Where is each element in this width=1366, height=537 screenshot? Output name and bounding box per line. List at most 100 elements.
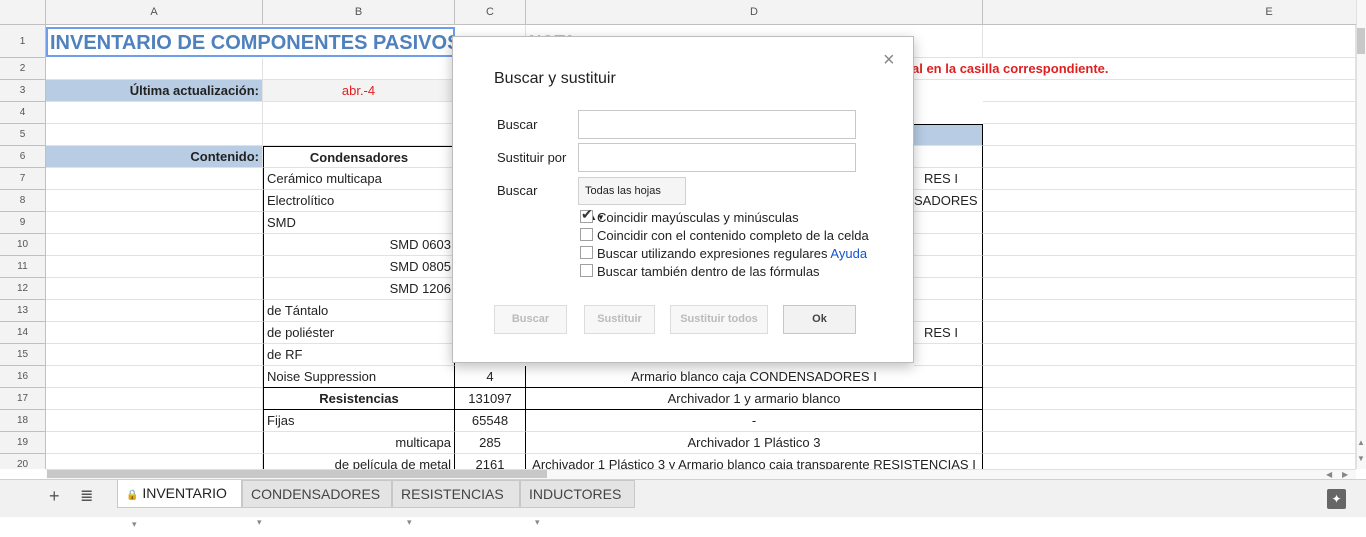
column-header-c[interactable]: C <box>455 0 526 25</box>
column-header-a[interactable]: A <box>46 0 263 25</box>
cell-b4[interactable] <box>263 102 455 124</box>
cell-a8[interactable] <box>46 190 263 212</box>
location-cell[interactable]: RES I <box>914 322 983 344</box>
row-header[interactable]: 2 <box>0 58 46 80</box>
option-match-case[interactable]: ✔ Coincidir mayúsculas y minúsculas <box>580 206 799 226</box>
replace-input[interactable] <box>578 143 856 172</box>
row-header[interactable]: 14 <box>0 322 46 344</box>
row-header[interactable]: 18 <box>0 410 46 432</box>
tab-inductores[interactable]: INDUCTORES ▾ <box>520 480 635 527</box>
chevron-down-icon[interactable]: ▾ <box>535 517 540 527</box>
cell-e19[interactable] <box>983 432 1356 454</box>
row-header[interactable]: 19 <box>0 432 46 454</box>
row-header[interactable]: 10 <box>0 234 46 256</box>
cell-a15[interactable] <box>46 344 263 366</box>
row-header[interactable]: 1 <box>0 25 46 58</box>
cell-e9[interactable] <box>983 212 1356 234</box>
category-condensadores[interactable]: Condensadores <box>263 146 455 168</box>
row-header[interactable]: 6 <box>0 146 46 168</box>
cell-a17[interactable] <box>46 388 263 410</box>
row-header[interactable]: 20 <box>0 454 46 469</box>
checkbox-icon[interactable] <box>580 228 593 241</box>
location-cell[interactable]: - <box>526 410 983 432</box>
cell-d6[interactable] <box>914 146 983 168</box>
cell-d5[interactable] <box>914 124 983 146</box>
quantity-cell[interactable]: 65548 <box>455 410 526 432</box>
cell-a11[interactable] <box>46 256 263 278</box>
cell-e1[interactable] <box>983 25 1356 58</box>
row-header[interactable]: 13 <box>0 300 46 322</box>
cell-a4[interactable] <box>46 102 263 124</box>
item-cell[interactable]: SMD 1206 <box>263 278 455 300</box>
cell-e10[interactable] <box>983 234 1356 256</box>
scroll-right-arrow-icon[interactable]: ▶ <box>1342 470 1348 479</box>
checkbox-icon[interactable] <box>580 264 593 277</box>
item-cell[interactable]: Fijas <box>263 410 455 432</box>
explore-icon[interactable]: ✦ <box>1327 489 1346 509</box>
scroll-left-arrow-icon[interactable]: ◀ <box>1326 470 1332 479</box>
horizontal-scroll-thumb[interactable] <box>47 470 547 478</box>
cell-e14[interactable] <box>983 322 1356 344</box>
row-header[interactable]: 16 <box>0 366 46 388</box>
item-cell[interactable]: de poliéster <box>263 322 455 344</box>
scroll-up-arrow-icon[interactable]: ▲ <box>1357 438 1365 447</box>
checkbox-icon[interactable] <box>580 246 593 259</box>
cell-e20[interactable] <box>983 454 1356 469</box>
option-regex[interactable]: Buscar utilizando expresiones regulares … <box>580 246 867 262</box>
add-sheet-icon[interactable]: + <box>49 486 60 507</box>
row-header[interactable]: 8 <box>0 190 46 212</box>
location-cell[interactable]: Armario blanco caja CONDENSADORES I <box>526 366 983 388</box>
row-header[interactable]: 15 <box>0 344 46 366</box>
ok-button[interactable]: Ok <box>783 305 856 334</box>
cell-a12[interactable] <box>46 278 263 300</box>
scroll-down-arrow-icon[interactable]: ▼ <box>1357 454 1365 463</box>
search-scope-select[interactable]: Todas las hojas ▲▼ <box>578 177 686 222</box>
location-cell[interactable]: RES I <box>914 168 983 190</box>
cell-e15[interactable] <box>983 344 1356 366</box>
quantity-cell[interactable]: 131097 <box>455 388 526 410</box>
chevron-down-icon[interactable]: ▾ <box>132 519 137 529</box>
cell-a9[interactable] <box>46 212 263 234</box>
close-icon[interactable]: × <box>883 49 895 72</box>
cell-e17[interactable] <box>983 388 1356 410</box>
cell-e11[interactable] <box>983 256 1356 278</box>
cell-a13[interactable] <box>46 300 263 322</box>
item-cell[interactable]: multicapa <box>263 432 455 454</box>
row-header[interactable]: 11 <box>0 256 46 278</box>
item-cell[interactable]: Cerámico multicapa <box>263 168 455 190</box>
cell-b5[interactable] <box>263 124 455 146</box>
cell-a2[interactable] <box>46 58 263 80</box>
row-header[interactable]: 7 <box>0 168 46 190</box>
cell-a19[interactable] <box>46 432 263 454</box>
cell-e7[interactable] <box>983 168 1356 190</box>
category-resistencias[interactable]: Resistencias <box>263 388 455 410</box>
chevron-down-icon[interactable]: ▾ <box>257 517 262 527</box>
replace-button[interactable]: Sustituir <box>584 305 655 334</box>
column-header-d[interactable]: D <box>526 0 983 25</box>
cell-a5[interactable] <box>46 124 263 146</box>
item-cell[interactable]: SMD 0603 <box>263 234 455 256</box>
quantity-cell[interactable]: 285 <box>455 432 526 454</box>
cell-a18[interactable] <box>46 410 263 432</box>
cell-e16[interactable] <box>983 366 1356 388</box>
location-cell[interactable]: Archivador 1 y armario blanco <box>526 388 983 410</box>
cell-e13[interactable] <box>983 300 1356 322</box>
help-link[interactable]: Ayuda <box>830 246 867 261</box>
location-cell[interactable]: SADORES I <box>914 190 983 212</box>
cell-a20[interactable] <box>46 454 263 469</box>
cell-e5[interactable] <box>983 124 1356 146</box>
chevron-down-icon[interactable]: ▾ <box>407 517 412 527</box>
vertical-scroll-thumb[interactable] <box>1357 28 1365 54</box>
checkbox-checked-icon[interactable]: ✔ <box>580 206 593 223</box>
row-header[interactable]: 12 <box>0 278 46 300</box>
last-update-label[interactable]: Última actualización: <box>46 80 263 102</box>
content-label[interactable]: Contenido: <box>46 146 263 168</box>
row-header[interactable]: 5 <box>0 124 46 146</box>
cell-e6[interactable] <box>983 146 1356 168</box>
cell-b2[interactable] <box>263 58 455 80</box>
row-header[interactable]: 3 <box>0 80 46 102</box>
item-cell[interactable]: Electrolítico <box>263 190 455 212</box>
tab-inventario[interactable]: 🔒 INVENTARIO ▾ <box>117 480 242 529</box>
row-header[interactable]: 9 <box>0 212 46 234</box>
cell-a16[interactable] <box>46 366 263 388</box>
